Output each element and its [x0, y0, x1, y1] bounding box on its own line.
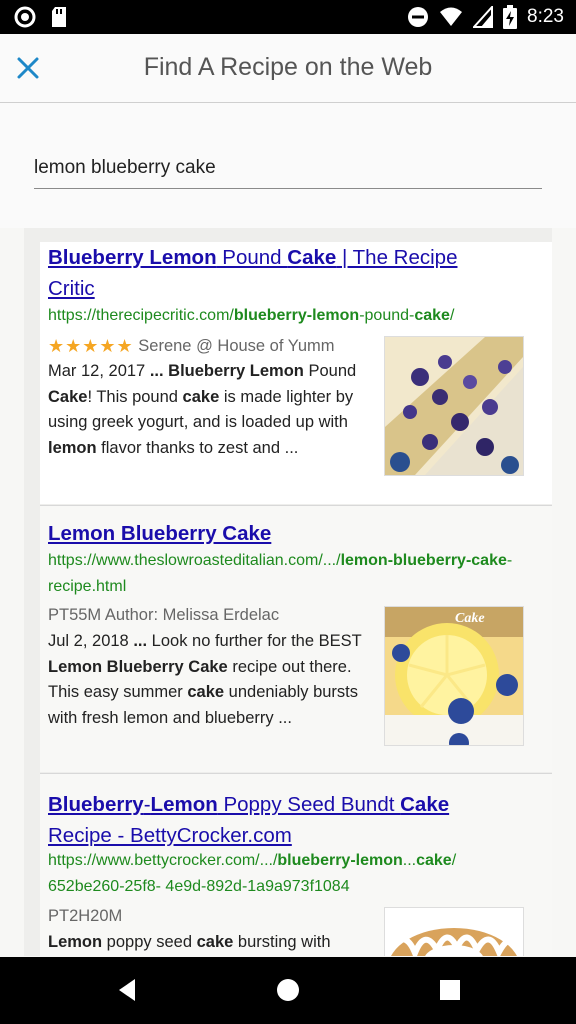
result-snippet: Jul 2, 2018 ... Look no further for the … [48, 629, 370, 731]
battery-charging-icon [503, 5, 518, 29]
title-part: Recipe - BettyCrocker.com [48, 824, 292, 847]
title-part: Cake [287, 246, 337, 269]
snippet-part: lemon [48, 438, 97, 457]
navigation-bar [0, 957, 576, 1024]
result-snippet: Lemon poppy seed cake bursting with [48, 930, 370, 956]
search-result[interactable]: Blueberry Lemon Pound Cake | The Recipe … [40, 242, 552, 504]
sd-card-icon [52, 7, 66, 27]
title-part: Blueberry Lemon [48, 246, 217, 269]
star-rating-icon: ★★★★★ [48, 336, 134, 356]
snippet-part: cake [182, 387, 220, 406]
author-name: Serene @ House of Yumm [138, 337, 335, 355]
search-area [0, 103, 576, 228]
result-snippet: Mar 12, 2017 ... Blueberry Lemon Pound C… [48, 359, 370, 461]
lemon-blueberry-thumbnail[interactable]: Cake [384, 606, 524, 746]
snippet-part: flavor thanks to zest and ... [96, 438, 299, 457]
search-results[interactable]: Blueberry Lemon Pound Cake | The Recipe … [24, 228, 552, 956]
snippet-part: Lemon Blueberry Cake [48, 657, 228, 676]
url-part: -pound- [359, 307, 415, 324]
bundt-cake-thumbnail[interactable] [384, 907, 524, 956]
title-part: Cake [400, 793, 450, 816]
result-title-link[interactable]: Blueberry-Lemon Poppy Seed Bundt Cake Re… [48, 789, 488, 851]
search-result[interactable]: Blueberry-Lemon Poppy Seed Bundt Cake Re… [40, 774, 552, 956]
url-part: blueberry-lemon [233, 307, 360, 324]
blueberry-cake-thumbnail[interactable] [384, 336, 524, 476]
result-title-link[interactable]: Blueberry Lemon Pound Cake | The Recipe … [48, 242, 488, 304]
search-result[interactable]: Lemon Blueberry Cake https://www.theslow… [40, 506, 552, 772]
url-part: lemon-blueberry-cake [340, 552, 507, 569]
result-url: https://www.theslowroasteditalian.com/..… [48, 548, 528, 600]
result-meta: PT2H20M [48, 907, 122, 926]
url-part: https://www.bettycrocker.com/.../ [48, 852, 278, 869]
url-part: / [449, 307, 455, 324]
url-part: cake [416, 852, 452, 869]
snippet-part: cake [187, 683, 225, 701]
url-part: cake [414, 307, 450, 324]
snippet-part: Mar 12, 2017 [48, 362, 150, 380]
app-bar: Find A Recipe on the Web [0, 34, 576, 103]
title-part: Pound [216, 246, 288, 269]
snippet-part: Blueberry Lemon [168, 362, 304, 380]
snippet-part: cake [196, 933, 234, 951]
title-part: - [143, 793, 151, 816]
snippet-part: ! This pound [87, 387, 183, 406]
recents-icon[interactable] [439, 977, 461, 1003]
search-input[interactable] [34, 153, 542, 189]
clock-time: 8:23 [527, 6, 564, 27]
result-meta: ★★★★★ Serene @ House of Yumm [48, 336, 335, 357]
snippet-part: Look no further for the BEST [147, 632, 362, 650]
url-part: https://www.theslowroasteditalian.com/..… [48, 552, 341, 569]
thumbnail-watermark: Cake [455, 611, 485, 626]
result-url: https://therecipecritic.com/blueberry-le… [48, 303, 548, 329]
circle-notification-icon [14, 6, 36, 28]
snippet-part: Pound [303, 362, 357, 380]
url-part: ... [402, 852, 417, 869]
snippet-part: ... [133, 632, 148, 650]
title-part: Blueberry [48, 793, 144, 816]
title-part: Lemon [150, 793, 218, 816]
back-icon[interactable] [115, 977, 139, 1003]
snippet-part: bursting with [233, 933, 331, 951]
url-part: https://therecipecritic.com/ [48, 307, 234, 324]
title-part: Poppy Seed Bundt [217, 793, 401, 816]
result-title-link[interactable]: Lemon Blueberry Cake [48, 518, 488, 549]
do-not-disturb-icon [408, 7, 429, 27]
snippet-part: Lemon [48, 933, 103, 951]
snippet-part: Cake [48, 387, 88, 406]
url-part: blueberry-lemon [277, 852, 403, 869]
snippet-part: Jul 2, 2018 [48, 632, 134, 650]
page-title: Find A Recipe on the Web [143, 53, 433, 81]
result-url: https://www.bettycrocker.com/.../blueber… [48, 848, 528, 900]
home-icon[interactable] [276, 977, 300, 1003]
wifi-icon [440, 7, 463, 26]
signal-icon [473, 6, 494, 28]
title-part: Lemon Blueberry Cake [48, 522, 272, 545]
status-bar: 8:23 [0, 0, 576, 34]
snippet-part: ... [149, 362, 164, 380]
author-name: PT55M Author: Melissa Erdelac [48, 606, 280, 624]
result-meta: PT55M Author: Melissa Erdelac [48, 606, 279, 625]
duration: PT2H20M [48, 907, 123, 925]
snippet-part: poppy seed [102, 933, 197, 951]
